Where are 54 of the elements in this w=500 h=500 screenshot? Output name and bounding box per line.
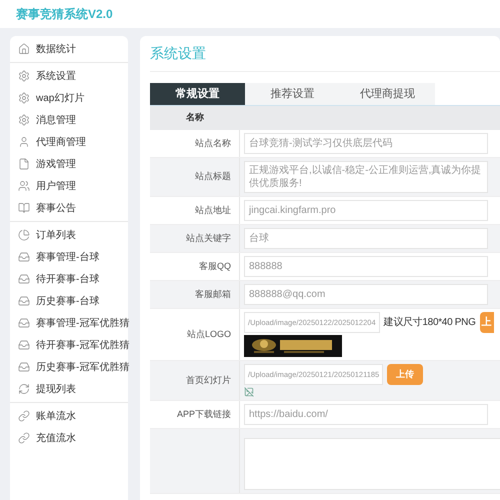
sidebar-item[interactable]: 赛事管理-冠军优胜猜: [10, 312, 128, 334]
link-icon: [18, 432, 30, 444]
sidebar-item[interactable]: 账单流水: [10, 405, 128, 427]
book-icon: [18, 202, 30, 214]
sidebar-item[interactable]: 赛事公告: [10, 197, 128, 219]
tab[interactable]: 代理商提现: [340, 83, 435, 105]
page-title: 系统设置: [150, 44, 206, 63]
pie-chart-icon: [18, 229, 30, 241]
sidebar-item[interactable]: 历史赛事-台球: [10, 290, 128, 312]
inbox-icon: [18, 273, 30, 285]
sidebar-item[interactable]: wap幻灯片: [10, 87, 128, 109]
sidebar-item[interactable]: 待开赛事-台球: [10, 268, 128, 290]
field-label: 客服QQ: [198, 260, 231, 273]
field-label: 客服邮箱: [195, 288, 231, 301]
field-label: 站点地址: [195, 204, 231, 217]
broken-image-icon: [244, 387, 254, 397]
gear-icon: [18, 114, 30, 126]
sidebar-item[interactable]: 代理商管理: [10, 131, 128, 153]
home-icon: [18, 43, 30, 55]
gear-icon: [18, 70, 30, 82]
sidebar-item[interactable]: 消息管理: [10, 109, 128, 131]
inbox-icon: [18, 339, 30, 351]
users-icon: [18, 180, 30, 192]
inbox-icon: [18, 295, 30, 307]
tab[interactable]: 推荐设置: [245, 83, 340, 105]
sidebar-item[interactable]: 用户管理: [10, 175, 128, 197]
field-label: 站点关键字: [186, 232, 231, 245]
tab[interactable]: 常规设置: [150, 83, 245, 105]
field-label: 首页幻灯片: [186, 374, 231, 387]
refresh-icon: [18, 383, 30, 395]
user-icon: [18, 136, 30, 148]
app-title: 赛事竞猜系统V2.0: [16, 6, 113, 23]
text-area[interactable]: [244, 438, 500, 490]
sidebar-item[interactable]: 订单列表: [10, 224, 128, 246]
sidebar-item[interactable]: 系统设置: [10, 65, 128, 87]
field-label: 站点LOGO: [186, 328, 231, 341]
inbox-icon: [18, 361, 30, 373]
link-icon: [18, 410, 30, 422]
sidebar-item[interactable]: 待开赛事-冠军优胜猜: [10, 334, 128, 356]
sidebar-item[interactable]: 游戏管理: [10, 153, 128, 175]
size-hint: 建议尺寸180*40 PNG: [384, 316, 476, 330]
sidebar-item[interactable]: 赛事管理-台球: [10, 246, 128, 268]
column-header: 名称: [185, 111, 205, 124]
field-label: 站点名称: [195, 136, 231, 150]
field-label: APP下载链接: [176, 408, 231, 421]
field-label: 站点标题: [195, 170, 231, 184]
sidebar-item[interactable]: 历史赛事-冠军优胜猜: [10, 356, 128, 378]
inbox-icon: [18, 251, 30, 263]
gear-icon: [18, 92, 30, 104]
inbox-icon: [18, 317, 30, 329]
sidebar-item[interactable]: 提现列表: [10, 378, 128, 400]
sidebar-item[interactable]: 数据统计: [10, 38, 128, 60]
sidebar-item[interactable]: 充值流水: [10, 427, 128, 449]
file-icon: [18, 158, 30, 170]
